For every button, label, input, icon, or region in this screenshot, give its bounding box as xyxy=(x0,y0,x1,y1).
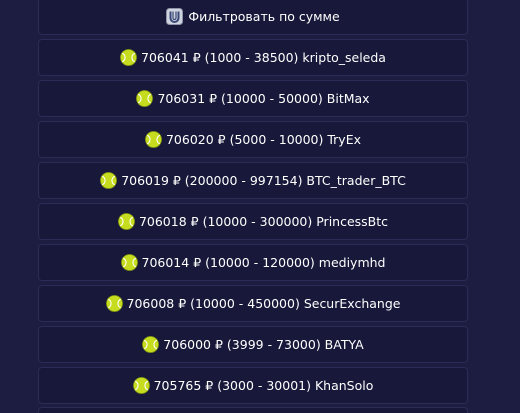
order-label: 706014 ₽ (10000 - 120000) mediymhd xyxy=(141,255,386,270)
tennis-ball-icon xyxy=(105,295,123,312)
tennis-ball-icon xyxy=(142,336,160,353)
order-button[interactable]: 706020 ₽ (5000 - 10000) TryEx xyxy=(38,121,468,158)
filter-by-amount-label: Фильтровать по сумме xyxy=(188,9,340,24)
order-button[interactable]: 706019 ₽ (200000 - 997154) BTC_trader_BT… xyxy=(38,162,468,199)
tennis-ball-icon xyxy=(132,377,150,394)
order-label: 706000 ₽ (3999 - 73000) BATYA xyxy=(163,337,364,352)
tennis-ball-icon xyxy=(120,254,138,271)
order-button[interactable]: 706000 ₽ (3999 - 73000) BATYA xyxy=(38,326,468,363)
tennis-ball-icon xyxy=(118,213,135,230)
order-button[interactable]: 706031 ₽ (10000 - 50000) BitMax xyxy=(38,80,468,117)
tennis-ball-icon xyxy=(120,49,137,66)
order-button[interactable]: 706008 ₽ (10000 - 450000) SecurExchange xyxy=(38,285,468,322)
order-button[interactable]: 706014 ₽ (10000 - 120000) mediymhd xyxy=(38,244,468,281)
order-label: 706018 ₽ (10000 - 300000) PrincessBtc xyxy=(138,214,389,229)
order-label: 706019 ₽ (200000 - 997154) BTC_trader_BT… xyxy=(121,173,406,188)
order-button[interactable]: 705765 ₽ (3000 - 30001) KhanSolo xyxy=(38,367,468,404)
order-label: 706041 ₽ (1000 - 38500) kripto_seleda xyxy=(141,50,386,65)
order-button[interactable]: 706041 ₽ (1000 - 38500) kripto_seleda xyxy=(38,39,468,76)
tennis-ball-icon xyxy=(136,90,154,107)
button-list: Фильтровать по сумме 706041 ₽ (1000 - 38… xyxy=(38,0,468,408)
order-label: 706020 ₽ (5000 - 10000) TryEx xyxy=(165,132,361,147)
filter-by-amount-button[interactable]: Фильтровать по сумме xyxy=(38,0,468,35)
order-label: 706008 ₽ (10000 - 450000) SecurExchange xyxy=(126,296,401,311)
tennis-ball-icon xyxy=(100,172,118,189)
next-button-partial[interactable] xyxy=(38,407,468,413)
filter-badge-icon xyxy=(166,8,184,25)
order-button[interactable]: 706018 ₽ (10000 - 300000) PrincessBtc xyxy=(38,203,468,240)
order-label: 706031 ₽ (10000 - 50000) BitMax xyxy=(157,91,370,106)
tennis-ball-icon xyxy=(145,131,162,148)
order-label: 705765 ₽ (3000 - 30001) KhanSolo xyxy=(153,378,374,393)
page: Фильтровать по сумме 706041 ₽ (1000 - 38… xyxy=(0,0,520,413)
